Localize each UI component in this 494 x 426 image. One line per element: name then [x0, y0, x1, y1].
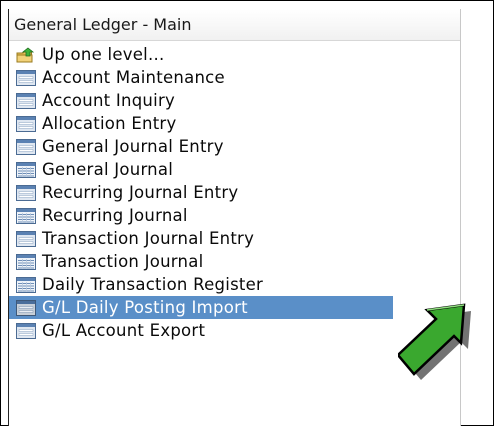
menu-list: Up one level... Account Maintenance Acco…	[9, 41, 460, 342]
menu-item-transaction-journal-entry[interactable]: Transaction Journal Entry	[9, 227, 460, 250]
form-icon	[16, 322, 36, 339]
menu-item-daily-transaction-register[interactable]: Daily Transaction Register	[9, 273, 460, 296]
menu-item-gl-account-export[interactable]: G/L Account Export	[9, 319, 460, 342]
menu-item-recurring-journal[interactable]: Recurring Journal	[9, 204, 460, 227]
menu-item-recurring-journal-entry[interactable]: Recurring Journal Entry	[9, 181, 460, 204]
form-icon	[16, 184, 36, 201]
form-icon	[16, 92, 36, 109]
form-icon	[16, 230, 36, 247]
menu-panel: General Ledger - Main Up one level... Ac…	[8, 9, 461, 426]
report-icon	[16, 207, 36, 224]
menu-item-transaction-journal[interactable]: Transaction Journal	[9, 250, 460, 273]
menu-item-account-inquiry[interactable]: Account Inquiry	[9, 89, 460, 112]
menu-item-general-journal[interactable]: General Journal	[9, 158, 460, 181]
form-icon	[16, 115, 36, 132]
report-icon	[16, 161, 36, 178]
menu-item-account-maintenance[interactable]: Account Maintenance	[9, 66, 460, 89]
panel-title: General Ledger - Main	[9, 9, 460, 41]
menu-item-up-one-level[interactable]: Up one level...	[9, 43, 460, 66]
menu-item-gl-daily-posting-import[interactable]: G/L Daily Posting Import	[9, 296, 393, 319]
form-icon	[16, 69, 36, 86]
pointer-arrow-icon	[398, 303, 471, 380]
report-icon	[16, 276, 36, 293]
folder-up-icon	[16, 46, 36, 63]
menu-item-allocation-entry[interactable]: Allocation Entry	[9, 112, 460, 135]
menu-item-general-journal-entry[interactable]: General Journal Entry	[9, 135, 460, 158]
report-icon	[16, 253, 36, 270]
form-icon	[16, 299, 36, 316]
form-icon	[16, 138, 36, 155]
